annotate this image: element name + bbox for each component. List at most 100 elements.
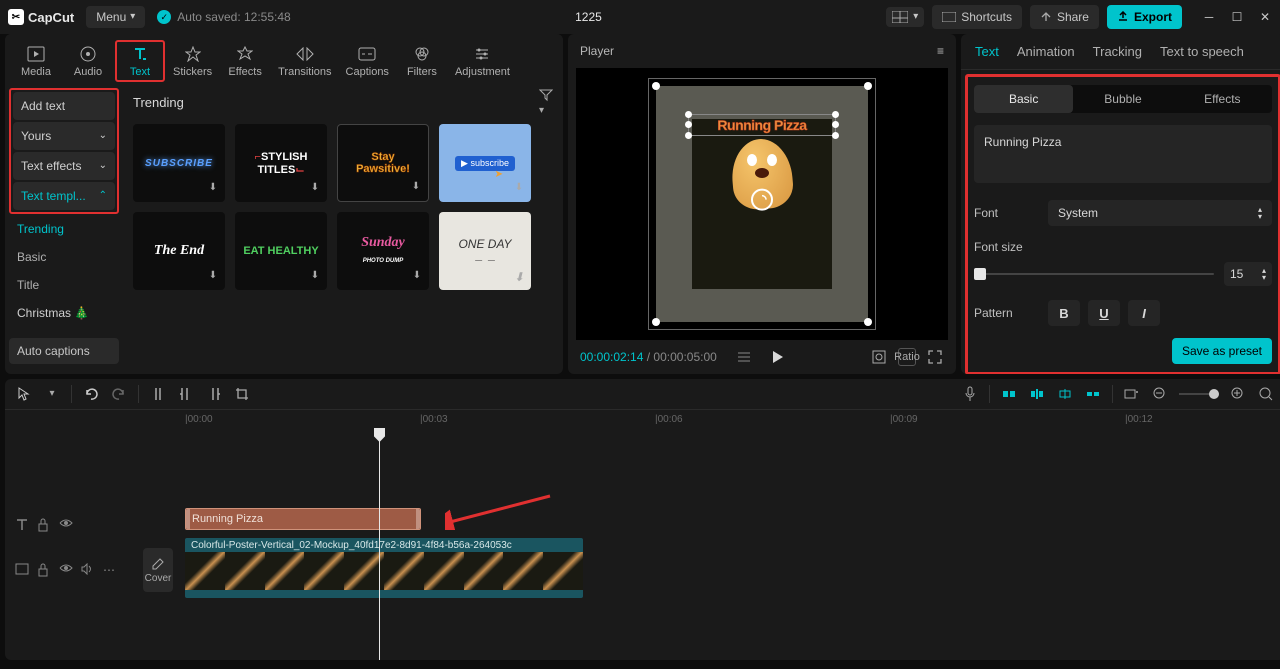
export-button[interactable]: Export bbox=[1107, 5, 1182, 29]
template-item[interactable]: ONE DAY— —⬇ bbox=[439, 212, 531, 290]
close-button[interactable]: ✕ bbox=[1258, 10, 1272, 24]
sidebar-yours[interactable]: Yours⌄ bbox=[13, 122, 115, 150]
text-content-input[interactable] bbox=[974, 125, 1272, 183]
player-stage[interactable]: Running Pizza bbox=[576, 68, 948, 340]
menu-button[interactable]: Menu▾ bbox=[86, 6, 145, 28]
tab-text-to-speech[interactable]: Text to speech bbox=[1160, 44, 1244, 59]
zoom-slider[interactable] bbox=[1179, 393, 1219, 395]
maximize-button[interactable]: ☐ bbox=[1230, 10, 1244, 24]
subtab-bubble[interactable]: Bubble bbox=[1073, 85, 1172, 113]
tool-dropdown[interactable]: ▾ bbox=[43, 385, 61, 403]
text-overlay-box[interactable]: Running Pizza bbox=[688, 114, 836, 136]
playhead[interactable] bbox=[379, 430, 380, 660]
shortcuts-button[interactable]: Shortcuts bbox=[932, 5, 1022, 29]
tab-tracking[interactable]: Tracking bbox=[1093, 44, 1142, 59]
share-button[interactable]: Share bbox=[1030, 5, 1099, 29]
download-icon[interactable]: ⬇ bbox=[307, 182, 323, 198]
sidebar-sub-christmas[interactable]: Christmas 🎄 bbox=[9, 300, 119, 326]
sidebar-sub-trending[interactable]: Trending bbox=[9, 216, 119, 242]
template-item[interactable]: ▶ subscribe➤⬇ bbox=[439, 124, 531, 202]
subtab-basic[interactable]: Basic bbox=[974, 85, 1073, 113]
mute-icon[interactable] bbox=[81, 563, 95, 577]
mic-icon[interactable] bbox=[961, 385, 979, 403]
preview-axis-icon[interactable] bbox=[1056, 385, 1074, 403]
magnet-icon[interactable] bbox=[1000, 385, 1018, 403]
font-size-label: Font size bbox=[974, 240, 1036, 254]
video-clip[interactable]: Colorful-Poster-Vertical_02-Mockup_40fd1… bbox=[185, 538, 583, 598]
tab-adjustment[interactable]: Adjustment bbox=[449, 40, 516, 82]
save-preset-button[interactable]: Save as preset bbox=[1172, 338, 1272, 364]
cover-button[interactable]: Cover bbox=[143, 548, 173, 592]
template-item[interactable]: ⌐STYLISHTITLES⌙⬇ bbox=[235, 124, 327, 202]
track-align-icon[interactable] bbox=[1084, 385, 1102, 403]
split-tool-icon[interactable] bbox=[149, 385, 167, 403]
fullscreen-icon[interactable] bbox=[926, 348, 944, 366]
more-icon[interactable]: ⋯ bbox=[103, 563, 115, 577]
template-item[interactable]: EAT HEALTHY⬇ bbox=[235, 212, 327, 290]
crop-tool-icon[interactable] bbox=[233, 385, 251, 403]
link-icon[interactable] bbox=[1028, 385, 1046, 403]
lock-icon[interactable] bbox=[37, 563, 51, 577]
download-icon[interactable]: ⬇ bbox=[307, 270, 323, 286]
zoom-in-icon[interactable] bbox=[1229, 385, 1247, 403]
font-select[interactable]: System ▴▾ bbox=[1048, 200, 1272, 226]
sidebar-text-templates[interactable]: Text templ...⌃ bbox=[13, 182, 115, 210]
font-size-slider[interactable] bbox=[974, 273, 1214, 275]
zoom-out-icon[interactable] bbox=[1151, 385, 1169, 403]
template-item[interactable]: The End⬇ bbox=[133, 212, 225, 290]
tab-audio[interactable]: Audio bbox=[63, 40, 113, 82]
check-icon: ✓ bbox=[157, 10, 171, 24]
template-item[interactable]: StayPawsitive!⬇ bbox=[337, 124, 429, 202]
preview-quality-icon[interactable] bbox=[870, 348, 888, 366]
filter-icon[interactable]: ▾ bbox=[539, 88, 553, 116]
playback-options-icon[interactable] bbox=[735, 348, 753, 366]
tab-animation[interactable]: Animation bbox=[1017, 44, 1075, 59]
sidebar-text-effects[interactable]: Text effects⌄ bbox=[13, 152, 115, 180]
timeline-panel: ▾ |00: bbox=[5, 379, 1280, 660]
delete-left-icon[interactable] bbox=[177, 385, 195, 403]
download-icon[interactable]: ⬇ bbox=[511, 270, 527, 286]
download-icon[interactable]: ⬇ bbox=[511, 182, 527, 198]
undo-button[interactable] bbox=[82, 385, 100, 403]
delete-right-icon[interactable] bbox=[205, 385, 223, 403]
underline-button[interactable]: U bbox=[1088, 300, 1120, 326]
tab-stickers[interactable]: Stickers bbox=[167, 40, 218, 82]
tab-captions[interactable]: Captions bbox=[340, 40, 395, 82]
timeline-tracks[interactable]: Running Pizza ⋯ Cover Colorful-Poster-Ve… bbox=[5, 430, 1280, 660]
tab-effects[interactable]: Effects bbox=[220, 40, 270, 82]
tab-filters[interactable]: Filters bbox=[397, 40, 447, 82]
player-menu-icon[interactable]: ≡ bbox=[937, 44, 944, 58]
redo-button[interactable] bbox=[110, 385, 128, 403]
timeline-ruler[interactable]: |00:00 |00:03 |00:06 |00:09 |00:12 bbox=[5, 410, 1280, 430]
download-icon[interactable]: ⬇ bbox=[205, 182, 221, 198]
eye-icon[interactable] bbox=[59, 563, 73, 577]
template-item[interactable]: SundayPHOTO DUMP⬇ bbox=[337, 212, 429, 290]
selection-tool-icon[interactable] bbox=[15, 385, 33, 403]
eye-icon[interactable] bbox=[59, 518, 73, 532]
download-icon[interactable]: ⬇ bbox=[409, 270, 425, 286]
lock-icon[interactable] bbox=[37, 518, 51, 532]
timeline-settings-icon[interactable] bbox=[1123, 385, 1141, 403]
bold-button[interactable]: B bbox=[1048, 300, 1080, 326]
zoom-fit-icon[interactable] bbox=[1257, 385, 1275, 403]
text-clip[interactable]: Running Pizza bbox=[185, 508, 421, 530]
project-title[interactable]: 1225 bbox=[303, 10, 875, 24]
tab-text[interactable]: Text bbox=[115, 40, 165, 82]
ratio-button[interactable]: Ratio bbox=[898, 348, 916, 366]
tab-transitions[interactable]: Transitions bbox=[272, 40, 337, 82]
sidebar-sub-title[interactable]: Title bbox=[9, 272, 119, 298]
play-button[interactable] bbox=[769, 348, 787, 366]
auto-captions-button[interactable]: Auto captions bbox=[9, 338, 119, 364]
tab-text-inspector[interactable]: Text bbox=[975, 44, 999, 59]
subtab-effects[interactable]: Effects bbox=[1173, 85, 1272, 113]
sidebar-add-text[interactable]: Add text bbox=[13, 92, 115, 120]
sidebar-sub-basic[interactable]: Basic bbox=[9, 244, 119, 270]
tab-media[interactable]: Media bbox=[11, 40, 61, 82]
template-item[interactable]: SUBSCRIBE⬇ bbox=[133, 124, 225, 202]
download-icon[interactable]: ⬇ bbox=[408, 181, 424, 197]
layout-button[interactable]: ▾ bbox=[886, 7, 924, 27]
font-size-input[interactable]: 15 ▴▾ bbox=[1224, 262, 1272, 286]
italic-button[interactable]: I bbox=[1128, 300, 1160, 326]
minimize-button[interactable]: ─ bbox=[1202, 10, 1216, 24]
download-icon[interactable]: ⬇ bbox=[205, 270, 221, 286]
